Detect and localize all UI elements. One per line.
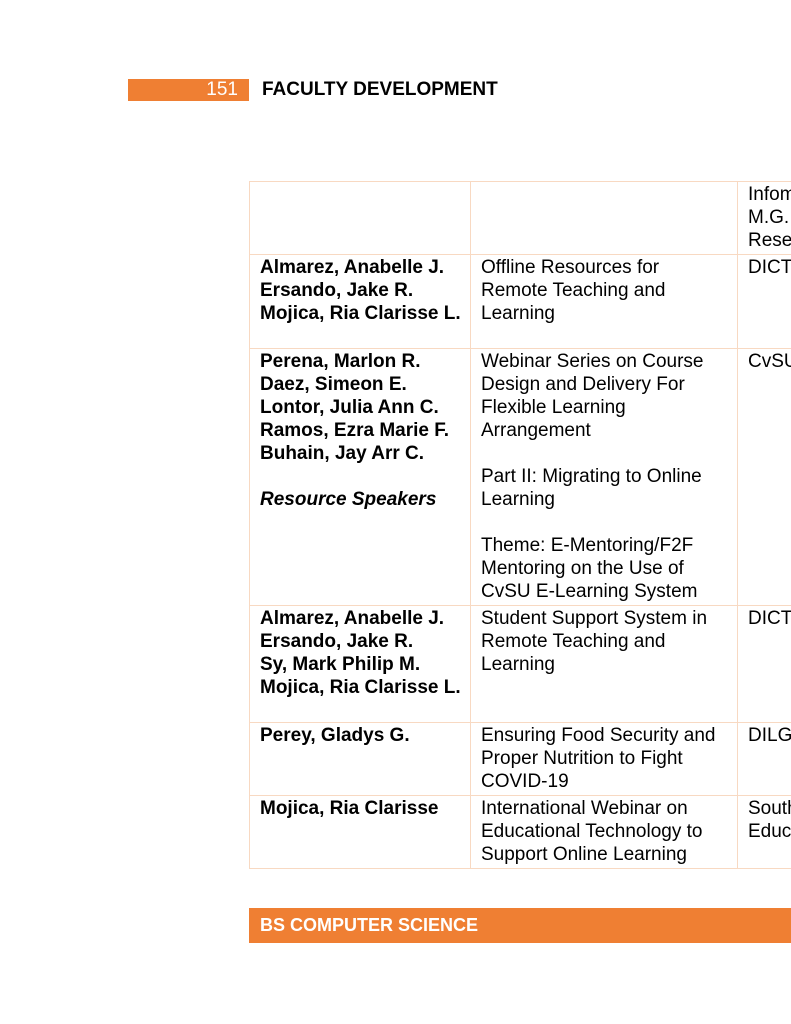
training-title: Offline Resources for Remote Teaching an… <box>481 257 666 324</box>
participant-name: Lontor, Julia Ann C. <box>260 397 439 418</box>
organizer-cell: DICT <box>737 605 791 723</box>
participant-name: Perena, Marlon R. <box>260 351 421 372</box>
organizer-text: South <box>748 798 791 819</box>
page-number: 151 <box>206 79 238 100</box>
participant-name: Almarez, Anabelle J. <box>260 608 445 629</box>
organizer-cell: DICT <box>737 254 791 349</box>
organizer-text: Rese <box>748 230 791 251</box>
participant-name: Mojica, Ria Clarisse L. <box>260 677 461 698</box>
participants-cell: Mojica, Ria Clarisse <box>249 795 471 869</box>
organizer-text: DILG <box>748 725 791 746</box>
training-title: Part II: Migrating to Online Learning <box>481 466 702 510</box>
organizer-cell: SouthEduc <box>737 795 791 869</box>
table-row: Perey, Gladys G. Ensuring Food Security a… <box>249 722 791 796</box>
organizer-cell: Infom M.G. Rese <box>737 181 791 255</box>
section-title: FACULTY DEVELOPMENT <box>262 79 498 100</box>
participants-cell: Almarez, Anabelle J. Ersando, Jake R. Moji… <box>249 254 471 349</box>
participant-name: Mojica, Ria Clarisse <box>260 798 439 819</box>
footer-program: BS COMPUTER SCIENCE <box>260 915 479 935</box>
organizer-cell: CvSU <box>737 348 791 606</box>
training-title-cell <box>470 181 738 255</box>
participants-cell: Almarez, Anabelle J. Ersando, Jake R. Sy, … <box>249 605 471 723</box>
training-title-cell: Offline Resources for Remote Teaching an… <box>470 254 738 349</box>
table-row: Almarez, Anabelle J. Ersando, Jake R. Moji… <box>249 254 791 349</box>
table-row: Mojica, Ria Clarisse International Webina… <box>249 795 791 869</box>
table-body: Infom M.G. Rese Almarez, Anabelle J. Ersando… <box>249 181 791 869</box>
participant-name: Mojica, Ria Clarisse L. <box>260 303 461 324</box>
participant-name: Perey, Gladys G. <box>260 725 410 746</box>
table-row: Almarez, Anabelle J. Ersando, Jake R. Sy, … <box>249 605 791 723</box>
participant-name: Buhain, Jay Arr C. <box>260 443 425 464</box>
organizer-text: DICT <box>748 608 791 629</box>
participant-name: Almarez, Anabelle J. <box>260 257 445 278</box>
participants-cell: Perena, Marlon R. Daez, Simeon E. Lontor, … <box>249 348 471 606</box>
participant-role: Resource Speakers <box>260 489 437 510</box>
participant-name: Ramos, Ezra Marie F. <box>260 420 450 441</box>
training-title-cell: Student Support System in Remote Teachin… <box>470 605 738 723</box>
participant-name: Daez, Simeon E. <box>260 374 407 395</box>
table-row: Perena, Marlon R. Daez, Simeon E. Lontor, … <box>249 348 791 606</box>
organizer-text: DICT <box>748 257 791 278</box>
faculty-training-table-wrapper: Infom M.G. Rese Almarez, Anabelle J. Ersando… <box>249 181 791 869</box>
training-title: Student Support System in Remote Teachin… <box>481 608 708 675</box>
organizer-text: CvSU <box>748 351 791 372</box>
training-title: Webinar Series on Course Design and Deli… <box>481 351 704 441</box>
participant-name: Sy, Mark Philip M. <box>260 654 421 675</box>
training-title-cell: Webinar Series on Course Design and Deli… <box>470 348 738 606</box>
training-title-cell: Ensuring Food Security and Proper Nutrit… <box>470 722 738 796</box>
training-title-cell: International Webinar on Educational Tec… <box>470 795 738 869</box>
table-row: Infom M.G. Rese <box>249 181 791 255</box>
organizer-text: M.G. <box>748 207 790 228</box>
faculty-training-table: Infom M.G. Rese Almarez, Anabelle J. Ersando… <box>249 181 791 869</box>
participant-name: Ersando, Jake R. <box>260 280 414 301</box>
organizer-text: Infom <box>748 184 791 205</box>
training-title: Theme: E-Mentoring/F2F Mentoring on the … <box>481 535 698 602</box>
training-title: International Webinar on Educational Tec… <box>481 798 703 865</box>
participant-name: Ersando, Jake R. <box>260 631 414 652</box>
participants-cell <box>249 181 471 255</box>
training-title: Ensuring Food Security and Proper Nutrit… <box>481 725 716 792</box>
participants-cell: Perey, Gladys G. <box>249 722 471 796</box>
organizer-cell: DILG <box>737 722 791 796</box>
organizer-text: Educ <box>748 821 791 842</box>
